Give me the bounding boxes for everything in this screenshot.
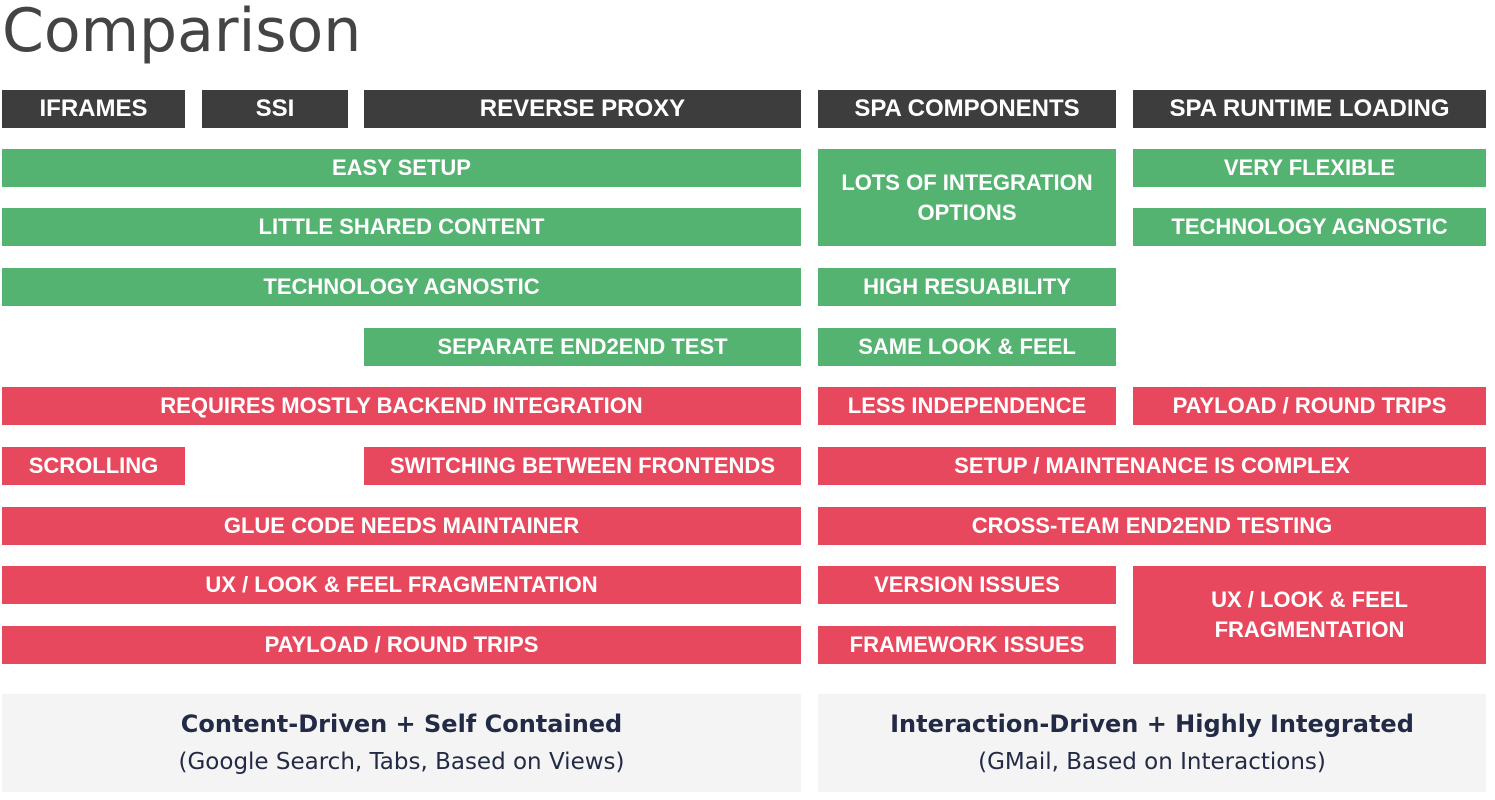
header-spa-runtime-loading: SPA RUNTIME LOADING [1133,90,1486,128]
con-less-independence: LESS INDEPENDENCE [818,387,1116,425]
pro-same-look-feel: SAME LOOK & FEEL [818,328,1116,366]
con-setup-maintenance-complex: SETUP / MAINTENANCE IS COMPLEX [818,447,1486,485]
pro-technology-agnostic-right: TECHNOLOGY AGNOSTIC [1133,208,1486,246]
con-glue-code-needs-maintainer: GLUE CODE NEEDS MAINTAINER [2,507,801,545]
panel-subtitle: (Google Search, Tabs, Based on Views) [178,749,625,775]
pro-easy-setup: EASY SETUP [2,149,801,187]
pro-little-shared-content: LITTLE SHARED CONTENT [2,208,801,246]
page-title: Comparison [2,0,362,66]
pro-lots-of-integration-options: LOTS OF INTEGRATION OPTIONS [818,149,1116,246]
panel-content-driven: Content-Driven + Self Contained (Google … [2,694,801,792]
con-requires-backend-integration: REQUIRES MOSTLY BACKEND INTEGRATION [2,387,801,425]
panel-subtitle: (GMail, Based on Interactions) [978,749,1326,775]
con-switching-between-frontends: SWITCHING BETWEEN FRONTENDS [364,447,801,485]
header-ssi: SSI [202,90,348,128]
pro-separate-end2end-test: SEPARATE END2END TEST [364,328,801,366]
con-cross-team-end2end-testing: CROSS-TEAM END2END TESTING [818,507,1486,545]
con-payload-round-trips-right: PAYLOAD / ROUND TRIPS [1133,387,1486,425]
con-scrolling: SCROLLING [2,447,185,485]
panel-interaction-driven: Interaction-Driven + Highly Integrated (… [818,694,1486,792]
con-version-issues: VERSION ISSUES [818,566,1116,604]
con-payload-round-trips-left: PAYLOAD / ROUND TRIPS [2,626,801,664]
header-spa-components: SPA COMPONENTS [818,90,1116,128]
pro-very-flexible: VERY FLEXIBLE [1133,149,1486,187]
pro-high-reusability: HIGH RESUABILITY [818,268,1116,306]
header-reverse-proxy: REVERSE PROXY [364,90,801,128]
con-ux-fragmentation-right: UX / LOOK & FEEL FRAGMENTATION [1133,566,1486,664]
panel-heading: Interaction-Driven + Highly Integrated [890,710,1414,738]
panel-heading: Content-Driven + Self Contained [180,710,623,738]
con-framework-issues: FRAMEWORK ISSUES [818,626,1116,664]
header-iframes: IFRAMES [2,90,185,128]
con-ux-fragmentation-left: UX / LOOK & FEEL FRAGMENTATION [2,566,801,604]
pro-technology-agnostic-left: TECHNOLOGY AGNOSTIC [2,268,801,306]
